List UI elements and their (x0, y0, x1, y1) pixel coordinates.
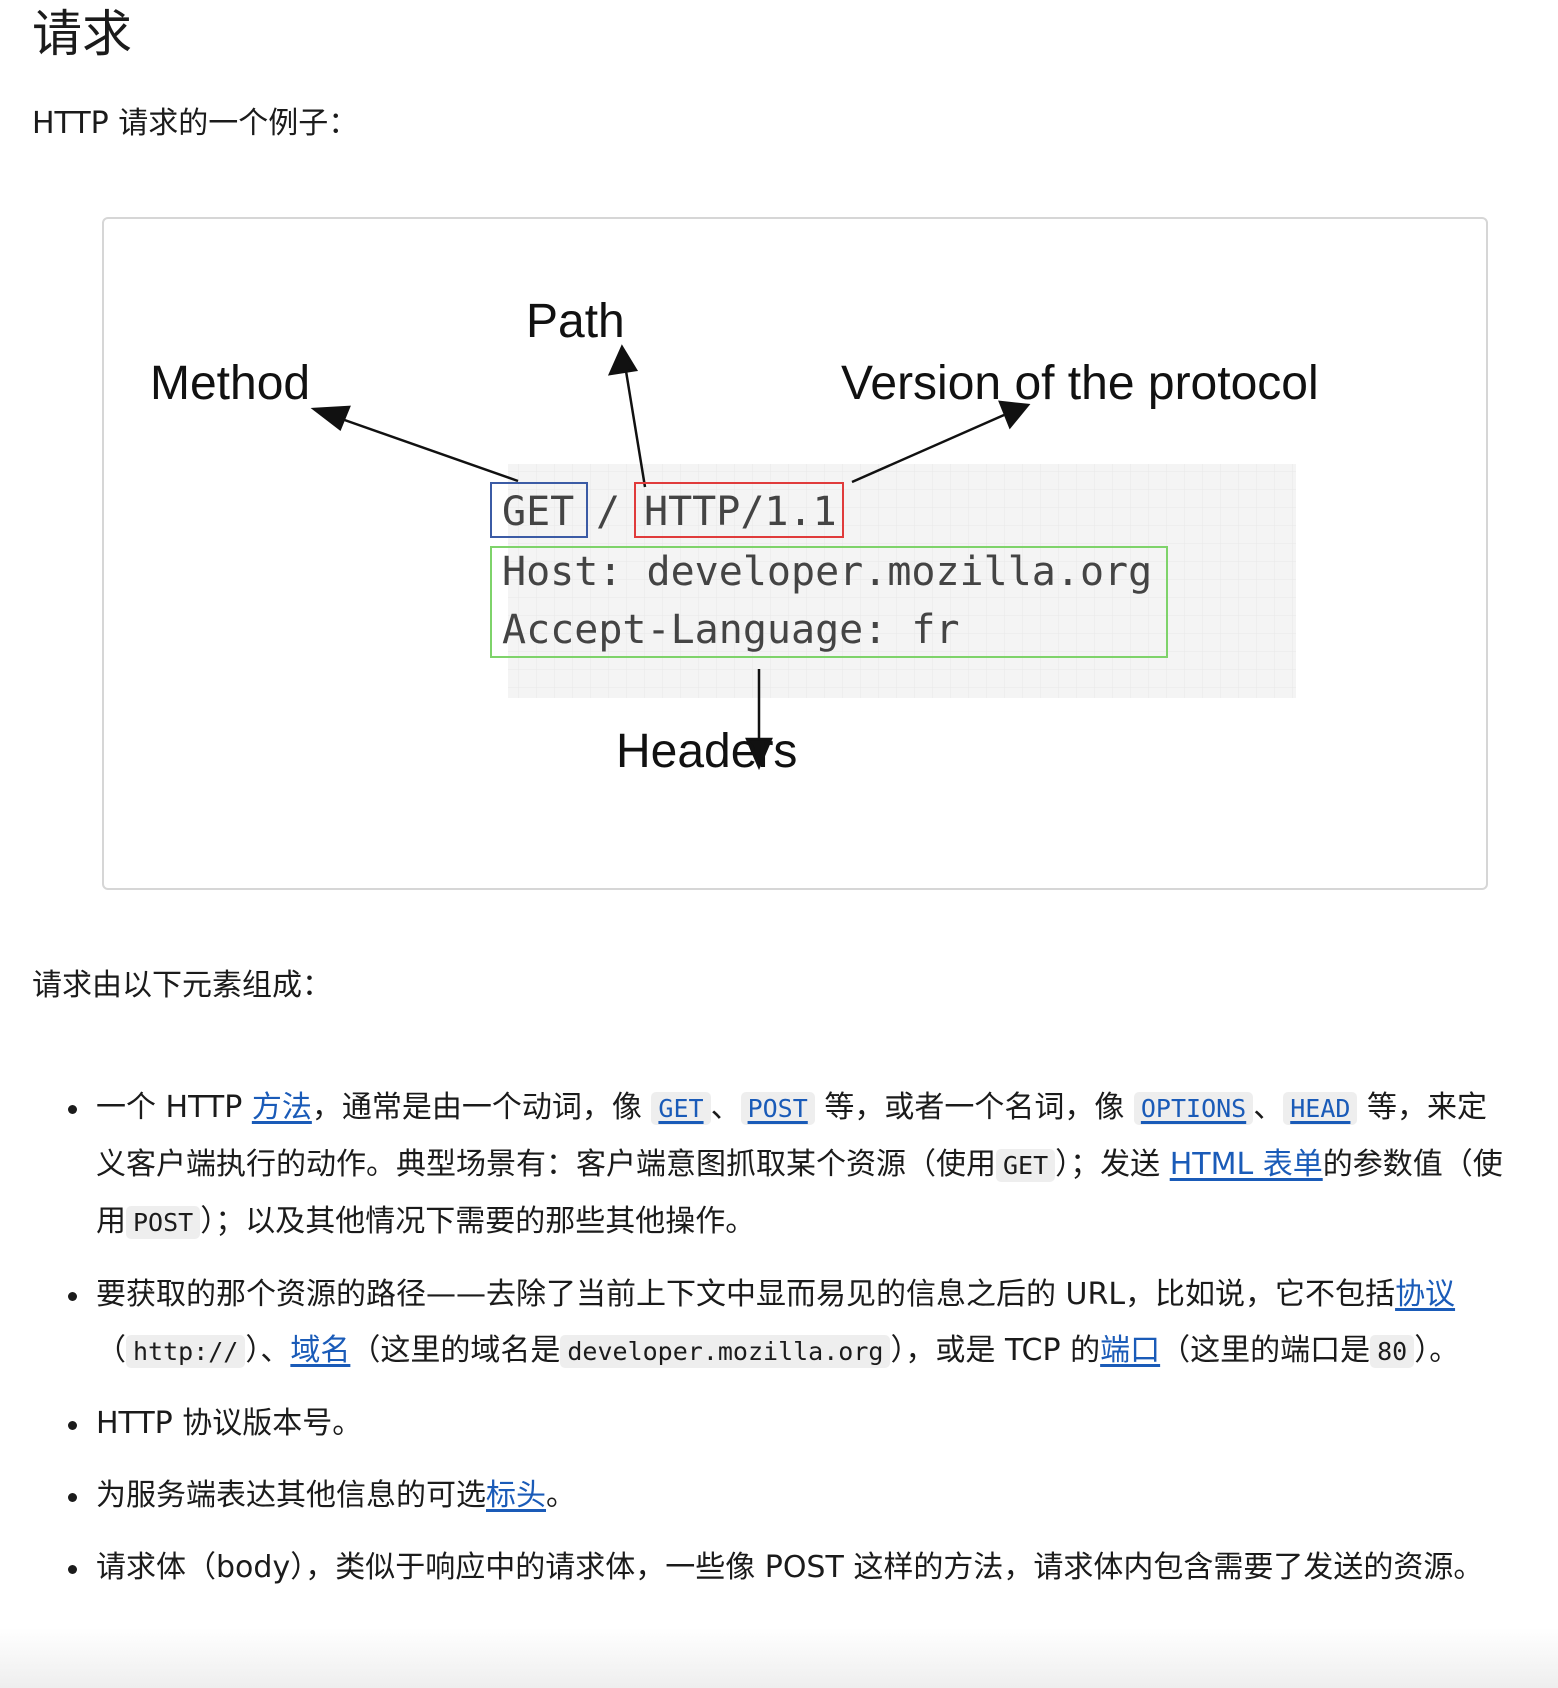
port-link[interactable]: 端口 (1100, 1333, 1160, 1368)
code-domain: developer.mozilla.org (560, 1335, 891, 1368)
text: ）；发送 (1055, 1147, 1170, 1182)
method-arrowhead (310, 405, 351, 431)
header-accept-language: Accept-Language: fr (502, 607, 960, 653)
text: 、 (1253, 1090, 1284, 1125)
http-request-diagram: Method Path Version of the protocol Head… (102, 217, 1488, 890)
request-version: HTTP/1.1 (644, 489, 837, 535)
text: ）。 (1414, 1333, 1460, 1368)
method-label: Method (150, 357, 310, 410)
list-item-method: 一个 HTTP 方法，通常是由一个动词，像 GET、 POST 等，或者一个名词，… (32, 1080, 1512, 1251)
code-http: http:// (126, 1335, 246, 1368)
intro-text: HTTP 请求的一个例子： (32, 106, 359, 141)
diagram-canvas: Method Path Version of the protocol Head… (150, 295, 1319, 778)
text: （ (96, 1333, 126, 1368)
text: 请求体（body），类似于响应中的请求体，一些像 POST 这样的方法，请求体内… (96, 1550, 1484, 1585)
header-host: Host: developer.mozilla.org (502, 549, 1152, 595)
text: 要获取的那个资源的路径——去除了当前上下文中显而易见的信息之后的 URL，比如说… (96, 1277, 1396, 1312)
code-head: HEAD (1283, 1092, 1358, 1125)
elements-lead: 请求由以下元素组成： (32, 968, 332, 1003)
page-title: 请求 (32, 5, 132, 63)
text: ）；以及其他情况下需要的那些其他操作。 (200, 1204, 756, 1239)
list-item-version: HTTP 协议版本号。 (32, 1396, 1512, 1452)
text: HTTP 协议版本号。 (96, 1406, 363, 1441)
version-label: Version of the protocol (841, 357, 1319, 410)
list-item-path: 要获取的那个资源的路径——去除了当前上下文中显而易见的信息之后的 URL，比如说… (32, 1267, 1512, 1380)
get-link[interactable]: GET (651, 1090, 711, 1125)
method-link[interactable]: 方法 (252, 1090, 312, 1125)
code-get: GET (651, 1092, 711, 1125)
html-form-link[interactable]: HTML 表单 (1170, 1147, 1323, 1182)
request-path: / (596, 489, 620, 535)
text: ）、 (245, 1333, 291, 1368)
code-post: POST (740, 1092, 815, 1125)
request-elements-list: 一个 HTTP 方法，通常是由一个动词，像 GET、 POST 等，或者一个名词，… (32, 1080, 1552, 1612)
text: 一个 HTTP (96, 1090, 252, 1125)
text: （这里的端口是 (1160, 1333, 1371, 1368)
text: ），或是 TCP 的 (890, 1333, 1101, 1368)
head-link[interactable]: HEAD (1283, 1090, 1358, 1125)
options-link[interactable]: OPTIONS (1133, 1090, 1254, 1125)
post-link[interactable]: POST (740, 1090, 815, 1125)
request-method: GET (502, 489, 574, 535)
code-options: OPTIONS (1133, 1092, 1254, 1125)
text: （这里的域名是 (350, 1333, 561, 1368)
path-label: Path (526, 295, 625, 348)
code-get-inline: GET (996, 1149, 1056, 1182)
method-arrow (335, 415, 519, 483)
text: 等，或者一个名词，像 (814, 1090, 1134, 1125)
bottom-fade (0, 1628, 1558, 1688)
text: 为服务端表达其他信息的可选 (96, 1478, 486, 1513)
list-item-headers: 为服务端表达其他信息的可选标头。 (32, 1468, 1512, 1524)
code-port: 80 (1370, 1335, 1415, 1368)
headers-link[interactable]: 标头 (486, 1478, 546, 1513)
protocol-link[interactable]: 协议 (1395, 1277, 1455, 1312)
code-post-inline: POST (126, 1206, 201, 1239)
text: ，通常是由一个动词，像 (311, 1090, 652, 1125)
path-arrowhead (607, 344, 639, 376)
domain-link[interactable]: 域名 (290, 1333, 350, 1368)
text: 。 (546, 1478, 576, 1513)
headers-label: Headers (616, 725, 797, 778)
list-item-body: 请求体（body），类似于响应中的请求体，一些像 POST 这样的方法，请求体内… (32, 1540, 1512, 1596)
text: 、 (710, 1090, 741, 1125)
